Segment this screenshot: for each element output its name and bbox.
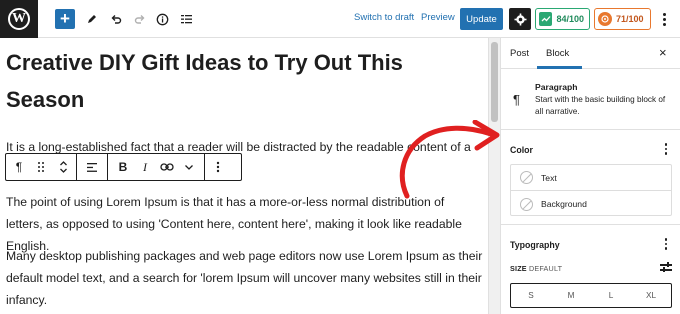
text-color-option[interactable]: Text <box>511 165 671 191</box>
drag-handle-icon[interactable] <box>30 154 52 180</box>
font-size-option-s[interactable]: S <box>511 291 551 300</box>
typography-panel: Typography SIZE DEFAULT S M L XL <box>501 226 680 314</box>
readability-score-icon <box>598 12 612 26</box>
background-color-label: Background <box>541 199 587 209</box>
typography-panel-more-icon[interactable] <box>661 238 671 250</box>
update-button[interactable]: Update <box>460 8 503 30</box>
sidebar-tabs: Post Block × <box>501 38 680 69</box>
seo-score-badge[interactable]: 84/100 <box>535 8 590 30</box>
block-editor-app: W + Switch to draft Preview Update 84/10… <box>0 0 680 314</box>
font-size-option-m[interactable]: M <box>551 291 591 300</box>
readability-score-value: 71/100 <box>616 14 644 24</box>
switch-to-draft-link[interactable]: Switch to draft <box>354 12 414 23</box>
undo-icon[interactable] <box>106 8 126 30</box>
block-toolbar-group-type: ¶ <box>6 154 77 180</box>
color-panel-more-icon[interactable] <box>661 143 671 155</box>
preview-link[interactable]: Preview <box>421 12 455 23</box>
empty-swatch-icon <box>520 197 533 211</box>
block-toolbar: ¶ B I <box>5 153 242 181</box>
font-size-label: SIZE DEFAULT <box>510 264 562 273</box>
add-block-button[interactable]: + <box>55 9 75 29</box>
typography-panel-heading: Typography <box>510 240 560 250</box>
paragraph-icon: ¶ <box>513 92 520 107</box>
paragraph-icon[interactable]: ¶ <box>8 154 30 180</box>
options-more-icon[interactable] <box>656 10 672 28</box>
editor-scrollbar-thumb[interactable] <box>491 42 498 122</box>
tab-block[interactable]: Block <box>546 48 569 59</box>
pencil-icon[interactable] <box>82 8 102 30</box>
editor-top-bar: W + Switch to draft Preview Update 84/10… <box>0 0 680 38</box>
block-toolbar-group-format: B I <box>108 154 205 180</box>
background-color-option[interactable]: Background <box>511 191 671 217</box>
block-toolbar-group-more <box>205 154 231 180</box>
info-icon[interactable] <box>152 8 172 30</box>
color-panel: Color Text Background <box>501 131 680 225</box>
close-icon[interactable]: × <box>659 45 667 60</box>
editor-scrollbar[interactable] <box>488 38 500 314</box>
block-options-more-icon[interactable] <box>207 154 229 180</box>
custom-size-toggle-icon[interactable] <box>659 261 673 273</box>
italic-button[interactable]: I <box>134 154 156 180</box>
seo-score-value: 84/100 <box>556 14 584 24</box>
block-card-title: Paragraph <box>535 82 578 92</box>
font-size-picker: S M L XL <box>510 283 672 308</box>
wordpress-w-mark: W <box>8 8 30 30</box>
font-size-current-value: DEFAULT <box>528 264 563 273</box>
empty-swatch-icon <box>520 171 533 184</box>
list-view-icon[interactable] <box>176 8 196 30</box>
bold-button[interactable]: B <box>112 154 134 180</box>
color-panel-heading: Color <box>510 145 533 155</box>
font-size-label-text: SIZE <box>510 264 527 273</box>
editor-canvas[interactable]: Creative DIY Gift Ideas to Try Out This … <box>0 38 488 314</box>
active-tab-indicator <box>537 66 582 69</box>
color-options-box: Text Background <box>510 164 672 216</box>
font-size-option-xl[interactable]: XL <box>631 291 671 300</box>
chevron-down-icon[interactable] <box>178 154 200 180</box>
seo-score-icon <box>539 12 553 26</box>
link-icon[interactable] <box>156 154 178 180</box>
font-size-option-l[interactable]: L <box>591 291 631 300</box>
readability-score-badge[interactable]: 71/100 <box>594 8 651 30</box>
move-up-down-icon[interactable] <box>52 154 74 180</box>
text-color-label: Text <box>541 172 557 183</box>
gear-icon[interactable] <box>509 8 531 30</box>
paragraph-block-3[interactable]: Many desktop publishing packages and web… <box>6 245 484 311</box>
align-left-icon[interactable] <box>81 154 103 180</box>
post-title[interactable]: Creative DIY Gift Ideas to Try Out This … <box>6 44 476 118</box>
redo-icon[interactable] <box>130 8 150 30</box>
block-toolbar-group-align <box>77 154 108 180</box>
settings-sidebar: Post Block × ¶ Paragraph Start with the … <box>500 38 680 314</box>
block-card-description: Start with the basic building block of a… <box>535 95 666 116</box>
tab-post[interactable]: Post <box>510 48 529 59</box>
block-card: ¶ Paragraph Start with the basic buildin… <box>501 70 680 130</box>
wordpress-logo-icon[interactable]: W <box>0 0 38 38</box>
